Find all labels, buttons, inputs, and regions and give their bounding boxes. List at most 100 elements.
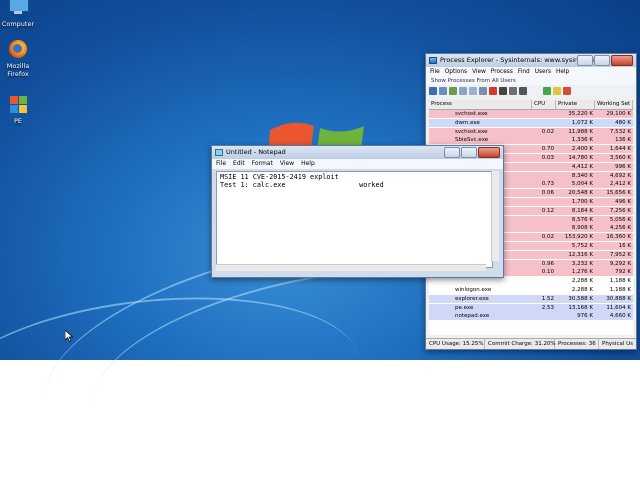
cpu-graph-icon[interactable] <box>543 86 551 95</box>
process-working-set: 7,952 K <box>609 251 631 258</box>
process-cpu: 0.10 <box>541 269 554 276</box>
process-name: winlogon.exe <box>455 287 492 293</box>
process-row[interactable]: 2,288 K 1,188 K <box>429 277 633 286</box>
find-icon[interactable] <box>499 86 507 95</box>
notepad-text-area[interactable]: MSIE 11 CVE-2015-2419 exploit Test 1: ca… <box>216 171 493 268</box>
close-button[interactable] <box>611 55 633 66</box>
process-explorer-titlebar[interactable]: Process Explorer - Sysinternals: www.sys… <box>426 54 636 67</box>
tree-icon[interactable] <box>469 86 477 95</box>
status-processes: Processes: 36 <box>555 339 599 349</box>
process-working-set: 15,656 K <box>606 190 631 197</box>
process-working-set: 4,692 K <box>609 172 631 179</box>
process-private-bytes: 14,780 K <box>568 155 593 161</box>
process-name: SbieSvc.exe <box>455 137 489 144</box>
save-icon[interactable] <box>429 86 437 95</box>
process-cpu <box>532 119 554 127</box>
process-row[interactable]: explorer.exe 1.52 30,588 K 30,888 K <box>429 294 633 303</box>
process-private-bytes: 12,316 K <box>568 251 593 258</box>
menu-file[interactable]: File <box>430 67 440 77</box>
process-cpu: 0.02 <box>541 234 554 241</box>
process-working-set: 4,256 K <box>609 225 631 232</box>
process-private-bytes: 1,276 K <box>571 269 593 276</box>
menu-users[interactable]: Users <box>535 67 551 77</box>
process-row[interactable]: notepad.exe 976 K 4,660 K <box>429 312 633 321</box>
process-row[interactable]: svchost.exe 35,220 K 29,100 K <box>429 110 633 118</box>
process-name: explorer.exe <box>455 295 489 302</box>
column-process[interactable]: Process <box>429 100 532 109</box>
close-button[interactable] <box>478 147 500 158</box>
column-private-bytes[interactable]: Private Bytes <box>556 100 595 116</box>
status-commit-charge: Commit Charge: 31.20% <box>485 339 556 349</box>
vertical-scrollbar[interactable] <box>491 171 499 261</box>
process-cpu: 0.12 <box>541 207 554 214</box>
menu-help[interactable]: Help <box>556 67 569 77</box>
process-name: dwm.exe <box>455 119 480 126</box>
target-icon[interactable] <box>479 86 487 95</box>
process-working-set: 3,560 K <box>609 155 631 161</box>
system-info-icon[interactable] <box>449 86 457 95</box>
io-graph-icon[interactable] <box>563 86 571 95</box>
menu-find[interactable]: Find <box>518 67 530 77</box>
process-private-bytes: 1,336 K <box>571 137 593 144</box>
refresh-icon[interactable] <box>439 86 447 95</box>
process-working-set: 7,256 K <box>609 207 631 214</box>
kill-process-icon[interactable] <box>489 86 497 95</box>
column-working-set[interactable]: Working Set <box>595 100 633 109</box>
process-working-set: 792 K <box>615 269 631 276</box>
process-private-bytes: 976 K <box>577 313 593 320</box>
desktop-icon-firefox[interactable]: Mozilla Firefox <box>0 38 38 78</box>
process-list-header: Process CPU Private Bytes Working Set <box>429 100 633 116</box>
process-row[interactable]: SbieSvc.exe 1,336 K 136 K <box>429 136 633 145</box>
menu-process[interactable]: Process <box>491 67 513 77</box>
desktop-icon-label: Mozilla Firefox <box>6 62 30 78</box>
process-cpu <box>532 224 554 232</box>
maximize-button[interactable] <box>461 147 477 158</box>
maximize-button[interactable] <box>594 55 610 66</box>
menu-options[interactable]: Options <box>445 67 467 77</box>
column-cpu[interactable]: CPU <box>532 100 556 109</box>
user-filter-label[interactable]: Show Processes From All Users <box>426 77 636 85</box>
process-row[interactable]: dwm.exe 1,072 K 480 K <box>429 118 633 127</box>
process-working-set: 16,360 K <box>606 234 631 241</box>
process-private-bytes: 20,548 K <box>568 190 593 197</box>
dll-view-icon[interactable] <box>509 86 517 95</box>
process-working-set: 996 K <box>615 163 631 170</box>
process-cpu: 0.70 <box>541 146 554 153</box>
process-cpu <box>532 172 554 180</box>
menu-file[interactable]: File <box>216 159 226 169</box>
menu-view[interactable]: View <box>280 159 294 169</box>
process-working-set: 1,188 K <box>609 278 631 285</box>
process-private-bytes: 35,220 K <box>568 111 593 117</box>
process-explorer-app-icon <box>429 57 437 64</box>
status-bar: CPU Usage: 15.25% Commit Charge: 31.20% … <box>426 338 636 349</box>
horizontal-scrollbar[interactable] <box>216 264 486 271</box>
firefox-icon <box>7 38 29 60</box>
process-cpu: 0.73 <box>541 181 554 188</box>
menu-bar: File Options View Process Find Users Hel… <box>426 67 636 77</box>
notepad-app-icon <box>215 149 223 156</box>
menu-view[interactable]: View <box>472 67 486 77</box>
desktop-icon-computer[interactable]: Computer <box>0 0 38 28</box>
menu-help[interactable]: Help <box>301 159 315 169</box>
notepad-window[interactable]: Untitled - Notepad File Edit Format View… <box>211 145 504 278</box>
properties-icon[interactable] <box>459 86 467 95</box>
process-row[interactable]: svchost.exe 0.02 11,988 K 7,532 K <box>429 127 633 136</box>
minimize-button[interactable] <box>444 147 460 158</box>
crosshair-icon[interactable] <box>519 86 527 95</box>
menu-edit[interactable]: Edit <box>233 159 245 169</box>
memory-graph-icon[interactable] <box>553 86 561 95</box>
menu-format[interactable]: Format <box>252 159 273 169</box>
menu-bar: File Edit Format View Help <box>212 159 503 169</box>
process-cpu <box>532 216 554 224</box>
minimize-button[interactable] <box>577 55 593 66</box>
process-row[interactable]: pe.exe 2.53 13,168 K 11,604 K <box>429 303 633 312</box>
process-cpu <box>532 242 554 250</box>
process-row[interactable]: winlogon.exe 2,288 K 1,188 K <box>429 286 633 294</box>
process-private-bytes: 2,400 K <box>571 146 593 153</box>
notepad-titlebar[interactable]: Untitled - Notepad <box>212 146 503 159</box>
process-private-bytes: 3,232 K <box>571 260 593 267</box>
process-private-bytes: 153,920 K <box>564 234 593 241</box>
desktop-icon-pe[interactable]: PE <box>0 93 38 125</box>
process-cpu <box>532 312 554 320</box>
process-private-bytes: 8,576 K <box>571 216 593 223</box>
